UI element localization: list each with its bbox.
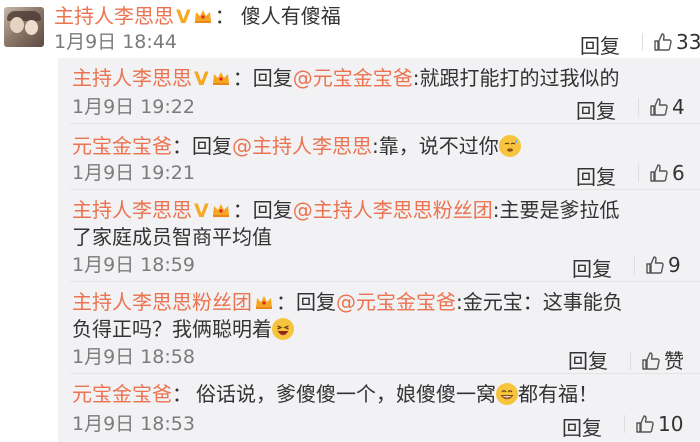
reply-button[interactable]: 回复 <box>572 253 612 282</box>
like-count: 4 <box>672 95 685 119</box>
reply-text-after-emoji: 都有福！ <box>518 382 598 406</box>
reply-item: 主持人李思思粉丝团 ：回复@元宝金宝爸:金元宝：这事能负 负得正吗？我俩聪明着 1… <box>58 282 700 374</box>
reply-item: 主持人李思思 V ：回复@元宝金宝爸:就跟打能打的过我似的 1月9日 19:22 回… <box>58 58 700 124</box>
reply-button[interactable]: 回复 <box>580 30 620 59</box>
thumbs-up-icon <box>636 415 654 433</box>
reply-author[interactable]: 元宝金宝爸 <box>72 382 172 406</box>
main-comment-line: 主持人李思思 V ：傻人有傻福 <box>54 2 341 31</box>
reply-button[interactable]: 回复 <box>576 161 616 190</box>
crown-member-icon[interactable] <box>211 202 231 218</box>
reply-text: :就跟打能打的过我似的 <box>412 66 620 90</box>
like-button[interactable]: 33 <box>642 30 700 54</box>
thumbs-up-icon <box>650 98 668 116</box>
reply-button[interactable]: 回复 <box>576 95 616 124</box>
like-count: 赞 <box>664 349 684 373</box>
mention-link[interactable]: @主持人李思思粉丝团 <box>293 198 493 222</box>
reply-time: 1月9日 19:22 <box>72 96 195 118</box>
reply-word: 回复 <box>192 134 232 158</box>
like-count: 6 <box>672 161 685 185</box>
reply-item: 元宝金宝爸： 俗话说，爹傻傻一个，娘傻傻一窝 都有福！ 1月9日 18:53 回复 … <box>58 374 700 442</box>
reply-author[interactable]: 元宝金宝爸 <box>72 134 172 158</box>
comment-time: 1月9日 18:44 <box>54 31 177 53</box>
reply-button[interactable]: 回复 <box>562 412 602 441</box>
main-comment: 主持人李思思 V ：傻人有傻福 1月9日 18:44 回复 33 <box>50 0 700 58</box>
crown-member-icon[interactable] <box>211 70 231 86</box>
reply-item: 元宝金宝爸：回复@主持人李思思:靠，说不过你 1月9日 19:21 回复 6 <box>58 124 700 190</box>
v-badge-icon: V <box>194 200 209 222</box>
reply-author[interactable]: 主持人李思思 <box>72 66 192 90</box>
v-badge-icon: V <box>176 6 191 28</box>
reply-author[interactable]: 主持人李思思 <box>72 198 192 222</box>
comment-author[interactable]: 主持人李思思 <box>54 4 174 28</box>
reply-text: :靠，说不过你 <box>372 134 499 158</box>
reply-text-continued: 了家庭成员智商平均值 <box>72 225 272 249</box>
like-button[interactable]: 赞 <box>630 345 684 374</box>
divider <box>630 352 631 370</box>
reply-author[interactable]: 主持人李思思粉丝团 <box>72 290 252 314</box>
mention-link[interactable]: @元宝金宝爸 <box>293 66 413 90</box>
reply-text: :主要是爹拉低 <box>492 198 620 222</box>
divider <box>638 164 639 182</box>
reply-line: 主持人李思思粉丝团 ：回复@元宝金宝爸:金元宝：这事能负 <box>72 290 623 314</box>
grin-face-emoji <box>496 383 518 405</box>
reply-time: 1月9日 18:53 <box>72 413 195 435</box>
laughing-face-emoji <box>272 318 294 340</box>
thumbs-up-icon <box>642 352 660 370</box>
reply-line: 元宝金宝爸： 俗话说，爹傻傻一个，娘傻傻一窝 都有福！ <box>72 382 598 406</box>
like-button[interactable]: 6 <box>638 161 685 185</box>
avatar-face <box>10 17 24 33</box>
like-count: 9 <box>668 253 681 277</box>
comment-text: 傻人有傻福 <box>240 4 341 28</box>
replies-panel: 主持人李思思 V ：回复@元宝金宝爸:就跟打能打的过我似的 1月9日 19:22 回… <box>58 58 700 442</box>
mention-link[interactable]: @主持人李思思 <box>232 134 372 158</box>
reply-line-continued: 负得正吗？我俩聪明着 <box>72 315 294 343</box>
reply-time: 1月9日 18:58 <box>72 346 195 368</box>
like-count: 33 <box>676 30 700 54</box>
sweat-face-emoji <box>498 135 521 157</box>
reply-time: 1月9日 18:59 <box>72 254 195 276</box>
reply-word: 回复 <box>296 290 336 314</box>
crown-member-icon[interactable] <box>193 8 213 24</box>
reply-item: 主持人李思思 V ：回复@主持人李思思粉丝团:主要是爹拉低 了家庭成员智商平均值 1… <box>58 190 700 282</box>
reply-word: 回复 <box>252 198 293 222</box>
thumbs-up-icon <box>646 256 664 274</box>
reply-word: 回复 <box>252 66 293 90</box>
thumbs-up-icon <box>650 164 668 182</box>
reply-time: 1月9日 19:21 <box>72 162 195 184</box>
reply-button[interactable]: 回复 <box>568 345 608 374</box>
reply-line: 主持人李思思 V ：回复@主持人李思思粉丝团:主要是爹拉低 <box>72 196 619 225</box>
reply-line: 元宝金宝爸：回复@主持人李思思:靠，说不过你 <box>72 132 521 160</box>
divider <box>624 415 625 433</box>
divider <box>642 33 643 51</box>
like-count: 10 <box>658 412 684 436</box>
avatar-face <box>25 20 38 35</box>
mention-link[interactable]: @元宝金宝爸 <box>336 290 456 314</box>
reply-line: 主持人李思思 V ：回复@元宝金宝爸:就跟打能打的过我似的 <box>72 64 619 93</box>
like-button[interactable]: 4 <box>638 95 685 119</box>
like-button[interactable]: 9 <box>634 253 681 277</box>
reply-text: :金元宝：这事能负 <box>456 290 623 314</box>
divider <box>634 256 635 274</box>
reply-text-continued: 负得正吗？我俩聪明着 <box>72 317 272 341</box>
thumbs-up-icon <box>654 33 672 51</box>
reply-text: 俗话说，爹傻傻一个，娘傻傻一窝 <box>196 382 496 406</box>
divider <box>638 98 639 116</box>
comment-colon: ： <box>214 4 235 28</box>
like-button[interactable]: 10 <box>624 412 683 436</box>
avatar[interactable] <box>4 7 44 47</box>
v-badge-icon: V <box>194 68 209 90</box>
crown-member-icon[interactable] <box>254 294 274 310</box>
